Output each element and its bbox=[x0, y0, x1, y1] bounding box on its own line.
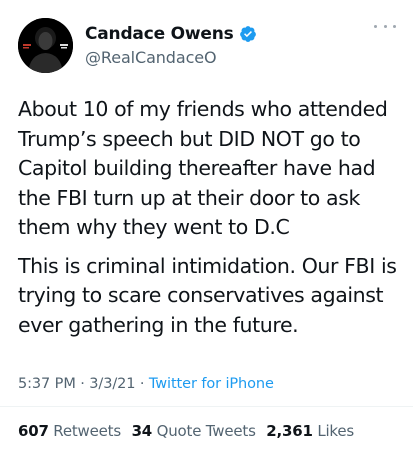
quote-tweets-label: Quote Tweets bbox=[156, 422, 256, 440]
tweet-meta: 5:37 PM · 3/3/21 · Twitter for iPhone bbox=[18, 376, 274, 392]
tweet-time[interactable]: 5:37 PM bbox=[18, 376, 76, 392]
tweet-text: About 10 of my friends who attended Trum… bbox=[18, 95, 403, 340]
avatar[interactable] bbox=[18, 18, 73, 73]
retweets-label: Retweets bbox=[53, 422, 121, 440]
tweet-card: Candace Owens @RealCandaceO About 10 of … bbox=[0, 0, 413, 450]
likes-stat[interactable]: 2,361 Likes bbox=[266, 422, 354, 440]
verified-badge-icon bbox=[239, 25, 257, 43]
more-dot bbox=[383, 24, 387, 28]
likes-label: Likes bbox=[317, 422, 355, 440]
more-dot bbox=[374, 24, 377, 28]
divider bbox=[0, 406, 413, 407]
retweets-stat[interactable]: 607 Retweets bbox=[18, 422, 121, 440]
tweet-source-link[interactable]: Twitter for iPhone bbox=[149, 376, 274, 392]
quote-tweets-count: 34 bbox=[131, 422, 153, 440]
likes-count: 2,361 bbox=[266, 422, 313, 440]
display-name[interactable]: Candace Owens bbox=[85, 24, 234, 44]
retweets-count: 607 bbox=[18, 422, 49, 440]
quote-tweets-stat[interactable]: 34 Quote Tweets bbox=[132, 422, 256, 440]
tweet-paragraph-1: About 10 of my friends who attended Trum… bbox=[18, 97, 388, 239]
tweet-date[interactable]: 3/3/21 bbox=[89, 376, 135, 392]
user-handle[interactable]: @RealCandaceO bbox=[85, 48, 257, 67]
more-dot bbox=[393, 24, 396, 28]
tweet-stats: 607 Retweets 34 Quote Tweets 2,361 Likes bbox=[18, 422, 360, 440]
name-row: Candace Owens bbox=[85, 22, 257, 46]
tweet-paragraph-2: This is criminal intimidation. Our FBI i… bbox=[18, 253, 397, 337]
meta-separator: · bbox=[139, 376, 145, 392]
tweet-header: Candace Owens @RealCandaceO bbox=[18, 18, 398, 80]
meta-separator: · bbox=[80, 376, 85, 392]
more-options-icon[interactable] bbox=[374, 20, 396, 32]
user-names: Candace Owens @RealCandaceO bbox=[85, 22, 257, 67]
